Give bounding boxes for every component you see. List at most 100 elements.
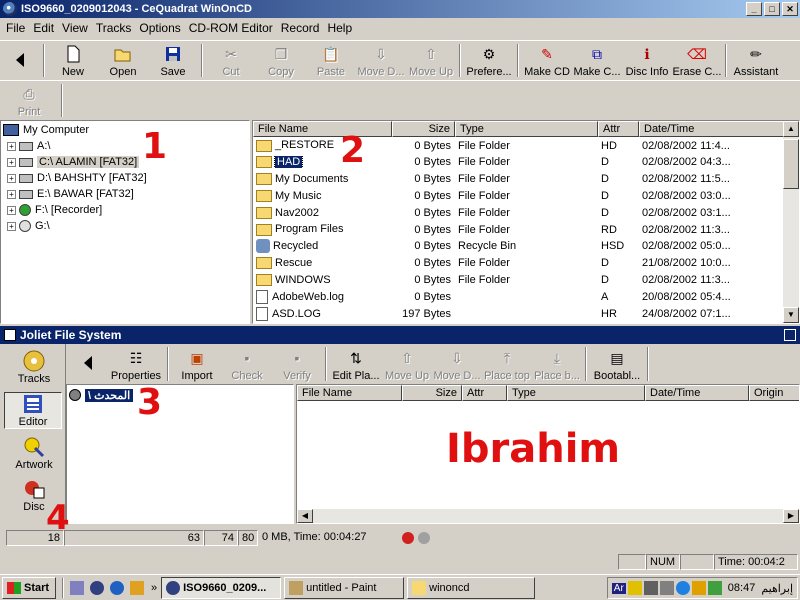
joliet-back-button[interactable] <box>68 344 108 384</box>
expand-icon[interactable]: + <box>7 205 16 215</box>
disc-info-button[interactable]: ℹ Disc Info <box>622 41 672 80</box>
tree-drive-d[interactable]: + D:\ BAHSHTY [FAT32] <box>3 170 247 186</box>
move-down-button[interactable]: ⇩ Move D... <box>356 41 406 80</box>
file-row[interactable]: Nav2002 0 Bytes File Folder D 02/08/2002 03:… <box>253 204 785 221</box>
scroll-thumb[interactable] <box>783 139 799 189</box>
place-bottom-button[interactable]: ⤓ Place b... <box>532 344 582 384</box>
menu-tracks[interactable]: Tracks <box>92 21 136 35</box>
file-row[interactable]: My Music 0 Bytes File Folder D 02/08/2002 03… <box>253 187 785 204</box>
col-attr[interactable]: Attr <box>598 121 639 137</box>
move-up-button[interactable]: ⇧ Move Up <box>406 41 456 80</box>
expand-icon[interactable]: + <box>7 157 16 167</box>
task-winoncd[interactable]: ISO9660_0209... <box>161 576 282 599</box>
save-button[interactable]: Save <box>148 41 198 80</box>
check-button[interactable]: ▪ Check <box>222 344 272 384</box>
print-button[interactable]: ⎙ Print <box>0 81 58 120</box>
file-row[interactable]: Program Files 0 Bytes File Folder RD 02/08/2… <box>253 221 785 238</box>
expand-icon[interactable]: + <box>7 221 16 231</box>
menu-cdrom-editor[interactable]: CD-ROM Editor <box>185 21 277 35</box>
copy-button[interactable]: ❐ Copy <box>256 41 306 80</box>
scroll-up-icon[interactable]: ▲ <box>783 121 799 137</box>
paste-button[interactable]: 📋 Paste <box>306 41 356 80</box>
file-row[interactable]: HAD 0 Bytes File Folder D 02/08/2002 04:3... <box>253 154 785 171</box>
menu-file[interactable]: File <box>2 21 29 35</box>
restore-window-icon[interactable] <box>784 329 796 341</box>
menu-help[interactable]: Help <box>323 21 356 35</box>
col-attr[interactable]: Attr <box>462 385 507 401</box>
preferences-button[interactable]: ⚙ Prefere... <box>464 41 514 80</box>
tray-app-icon[interactable] <box>691 581 706 595</box>
tree-drive-c[interactable]: + C:\ ALAMIN [FAT32] <box>3 154 247 170</box>
quicklaunch-more-icon[interactable]: » <box>151 582 157 594</box>
make-copy-button[interactable]: ⧉ Make C... <box>572 41 622 80</box>
close-button[interactable]: ✕ <box>782 2 798 16</box>
properties-button[interactable]: ☷ Properties <box>108 344 164 384</box>
menu-view[interactable]: View <box>58 21 92 35</box>
col-type[interactable]: Type <box>455 121 598 137</box>
bootable-button[interactable]: ▤ Bootabl... <box>590 344 644 384</box>
language-indicator[interactable]: Ar <box>611 582 626 594</box>
col-datetime[interactable]: Date/Time <box>645 385 749 401</box>
menu-options[interactable]: Options <box>135 21 184 35</box>
file-row[interactable]: ASD.LOG 197 Bytes HR 24/08/2002 07:1... <box>253 305 785 322</box>
messenger-icon[interactable] <box>675 581 690 595</box>
minimize-button[interactable]: _ <box>746 2 762 16</box>
verify-button[interactable]: ▪ Verify <box>272 344 322 384</box>
volume-icon[interactable] <box>627 581 642 595</box>
file-row[interactable]: Recycled 0 Bytes Recycle Bin HSD 02/08/2002 … <box>253 238 785 255</box>
file-row[interactable]: AdobeWeb.log 0 Bytes A 20/08/2002 05:4... <box>253 288 785 305</box>
expand-icon[interactable]: + <box>7 189 16 199</box>
assistant-button[interactable]: ✏ Assistant <box>730 41 782 80</box>
expand-icon[interactable]: + <box>7 141 16 151</box>
media-player-icon[interactable] <box>130 580 144 595</box>
scroll-down-icon[interactable]: ▼ <box>783 307 799 323</box>
place-top-button[interactable]: ⤒ Place top <box>482 344 532 384</box>
new-button[interactable]: New <box>48 41 98 80</box>
sidebar-artwork[interactable]: Artwork <box>4 436 64 471</box>
col-size[interactable]: Size <box>402 385 462 401</box>
back-button[interactable] <box>0 41 40 80</box>
scroll-left-icon[interactable]: ◀ <box>297 509 313 523</box>
maximize-button[interactable]: □ <box>764 2 780 16</box>
cut-button[interactable]: ✂ Cut <box>206 41 256 80</box>
joliet-move-down-button[interactable]: ⇩ Move D... <box>432 344 482 384</box>
erase-button[interactable]: ⌫ Erase C... <box>672 41 722 80</box>
tree-drive-e[interactable]: + E:\ BAWAR [FAT32] <box>3 186 247 202</box>
tree-my-computer[interactable]: My Computer <box>3 122 247 138</box>
tree-drive-g[interactable]: + G:\ <box>3 218 247 234</box>
joliet-tree-root[interactable]: \ المحدث <box>69 387 291 403</box>
col-origin[interactable]: Origin <box>749 385 799 401</box>
import-button[interactable]: ▣ Import <box>172 344 222 384</box>
tree-drive-a[interactable]: + A:\ <box>3 138 247 154</box>
file-row[interactable]: My Documents 0 Bytes File Folder D 02/08/200… <box>253 171 785 188</box>
task-paint[interactable]: untitled - Paint <box>284 576 405 599</box>
expand-icon[interactable]: + <box>7 173 16 183</box>
col-size[interactable]: Size <box>392 121 455 137</box>
file-row[interactable]: Rescue 0 Bytes File Folder D 21/08/2002 10:0… <box>253 255 785 272</box>
joliet-move-up-button[interactable]: ⇧ Move Up <box>382 344 432 384</box>
tray-app-icon-2[interactable] <box>707 581 722 595</box>
tree-drive-f[interactable]: + F:\ [Recorder] <box>3 202 247 218</box>
network-icon[interactable] <box>643 581 658 595</box>
clock[interactable]: 08:47 <box>728 582 756 594</box>
open-button[interactable]: Open <box>98 41 148 80</box>
edit-playlist-button[interactable]: ⇅ Edit Pla... <box>330 344 382 384</box>
start-button[interactable]: Start <box>2 576 56 599</box>
menu-record[interactable]: Record <box>277 21 324 35</box>
col-file-name[interactable]: File Name <box>253 121 392 137</box>
outlook-icon[interactable] <box>90 580 104 595</box>
menu-edit[interactable]: Edit <box>29 21 58 35</box>
make-cd-button[interactable]: ✎ Make CD <box>522 41 572 80</box>
col-datetime[interactable]: Date/Time <box>639 121 785 137</box>
col-type[interactable]: Type <box>507 385 645 401</box>
internet-explorer-icon[interactable] <box>110 580 124 595</box>
file-list-scrollbar[interactable]: ▲ ▼ <box>783 121 799 323</box>
camera-icon[interactable] <box>659 581 674 595</box>
sidebar-tracks[interactable]: Tracks <box>4 350 64 385</box>
joliet-hscrollbar[interactable]: ◀ ▶ <box>297 509 799 523</box>
sidebar-editor[interactable]: Editor <box>4 392 62 429</box>
task-folder[interactable]: winoncd <box>407 576 536 599</box>
file-row[interactable]: WINDOWS 0 Bytes File Folder D 02/08/2002 11:… <box>253 271 785 288</box>
col-file-name[interactable]: File Name <box>297 385 402 401</box>
scroll-right-icon[interactable]: ▶ <box>783 509 799 523</box>
